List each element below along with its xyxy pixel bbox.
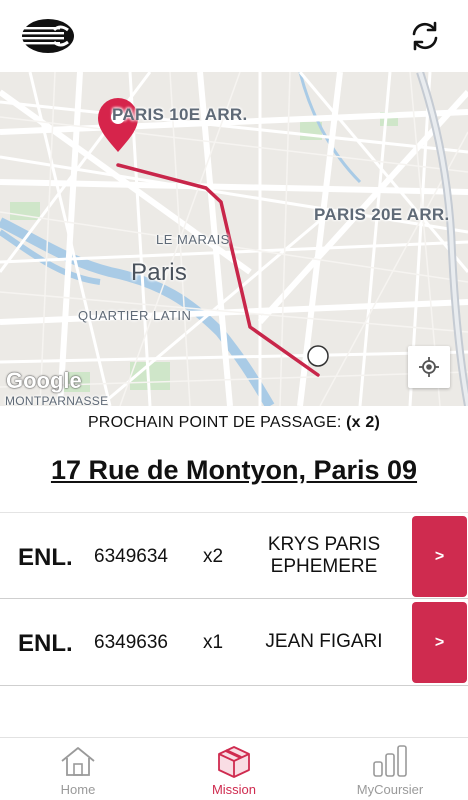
map-label-quartier-latin: QUARTIER LATIN <box>78 308 192 323</box>
nav-label-mission: Mission <box>211 782 257 797</box>
task-quantity: x1 <box>203 632 224 653</box>
next-point-label: PROCHAIN POINT DE PASSAGE: (x 2) <box>0 414 468 432</box>
nav-label-mycoursier: MyCoursier <box>356 782 424 797</box>
refresh-button[interactable] <box>406 18 444 54</box>
bar-chart-icon <box>370 743 410 779</box>
home-icon <box>58 743 98 779</box>
app-header <box>0 0 468 72</box>
nav-item-home[interactable]: Home <box>0 738 156 800</box>
next-point-count: (x 2) <box>346 414 381 431</box>
map-label-le-marais: LE MARAIS <box>156 232 230 247</box>
package-icon <box>214 743 254 779</box>
task-quantity: x2 <box>203 546 224 567</box>
map-label-district-10: PARIS 10E ARR. <box>112 105 248 124</box>
nav-item-mycoursier[interactable]: MyCoursier <box>312 738 468 800</box>
map-label-district-20: PARIS 20E ARR. <box>314 205 450 224</box>
bottom-nav: Home Mission MyCoursier <box>0 737 468 800</box>
next-point-address[interactable]: 17 Rue de Montyon, Paris 09 <box>0 455 468 486</box>
open-task-button[interactable]: > <box>412 516 467 597</box>
task-code: 6349634 <box>94 546 168 567</box>
task-type: ENL. <box>18 630 73 657</box>
refresh-icon <box>412 21 438 51</box>
next-point-title: PROCHAIN POINT DE PASSAGE: <box>87 414 342 431</box>
task-row: ENL. 6349634 x2 KRYS PARIS EPHEMERE > <box>0 512 468 599</box>
nav-label-home: Home <box>60 782 96 797</box>
task-code: 6349636 <box>94 632 168 653</box>
map-label-paris: Paris <box>131 259 188 286</box>
task-client: JEAN FIGARI <box>265 631 383 652</box>
map-label-montparnasse: MONTPARNASSE <box>5 394 109 406</box>
task-list: ENL. 6349634 x2 KRYS PARIS EPHEMERE > EN… <box>0 512 468 686</box>
task-type: ENL. <box>18 544 73 571</box>
task-client: KRYS PARIS EPHEMERE <box>267 534 381 577</box>
my-location-icon <box>419 357 439 377</box>
my-location-button[interactable] <box>408 346 450 388</box>
task-row: ENL. 6349636 x1 JEAN FIGARI > <box>0 599 468 686</box>
company-logo-icon <box>20 18 76 54</box>
open-task-button[interactable]: > <box>412 602 467 683</box>
nav-item-mission[interactable]: Mission <box>156 738 312 800</box>
google-attribution: Google <box>6 368 82 393</box>
route-map[interactable]: PARIS 10E ARR. PARIS 20E ARR. LE MARAIS … <box>0 72 468 406</box>
